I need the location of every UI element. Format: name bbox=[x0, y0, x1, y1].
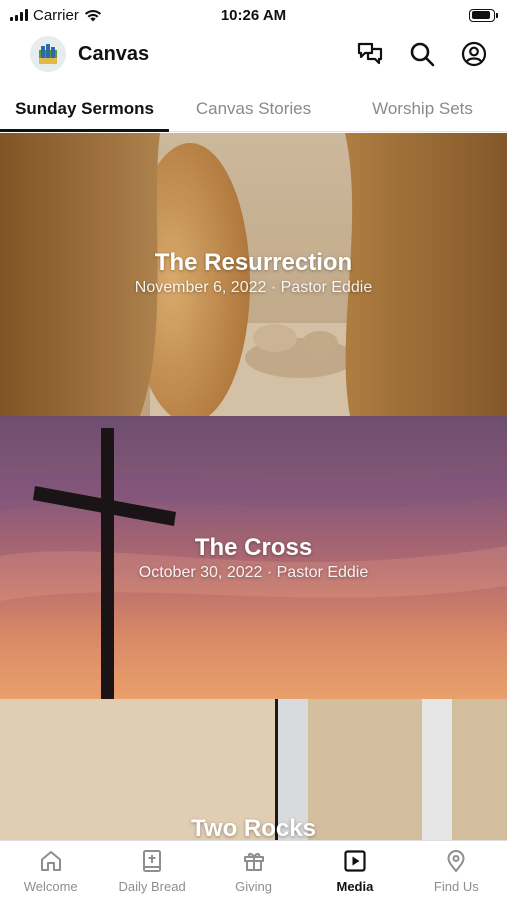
sermon-title: Two Rocks bbox=[191, 815, 316, 841]
status-left: Carrier bbox=[10, 7, 102, 24]
nav-welcome[interactable]: Welcome bbox=[0, 841, 101, 900]
carrier-label: Carrier bbox=[33, 6, 79, 24]
chat-icon[interactable] bbox=[355, 39, 385, 69]
wifi-icon bbox=[84, 9, 101, 21]
tab-worship-sets[interactable]: Worship Sets bbox=[338, 86, 507, 131]
sermon-card[interactable]: Two Rocks bbox=[0, 699, 507, 841]
battery-icon bbox=[469, 8, 498, 22]
nav-label: Media bbox=[336, 878, 374, 894]
sermon-list: The Resurrection November 6, 2022 · Past… bbox=[0, 133, 507, 841]
profile-icon[interactable] bbox=[459, 39, 489, 69]
app-title: Canvas bbox=[78, 42, 150, 65]
nav-daily-bread[interactable]: Daily Bread bbox=[101, 841, 202, 900]
sermon-subtitle: October 30, 2022 · Pastor Eddie bbox=[138, 564, 369, 581]
gift-icon bbox=[241, 848, 267, 874]
signal-icon bbox=[10, 9, 28, 21]
nav-label: Giving bbox=[235, 878, 272, 894]
play-icon bbox=[342, 848, 368, 874]
bottom-nav: Welcome Daily Bread Giving Media Find Us bbox=[0, 840, 507, 900]
bible-icon bbox=[139, 848, 165, 874]
location-pin-icon bbox=[443, 848, 469, 874]
sermon-card[interactable]: The Resurrection November 6, 2022 · Past… bbox=[0, 133, 507, 416]
nav-media[interactable]: Media bbox=[304, 841, 405, 900]
nav-label: Daily Bread bbox=[118, 878, 186, 894]
nav-label: Welcome bbox=[23, 878, 78, 894]
nav-find-us[interactable]: Find Us bbox=[406, 841, 507, 900]
sermon-text: The Resurrection November 6, 2022 · Past… bbox=[0, 249, 507, 297]
sermon-subtitle: November 6, 2022 · Pastor Eddie bbox=[134, 279, 373, 296]
header-actions bbox=[355, 39, 489, 69]
tab-bar: Sunday Sermons Canvas Stories Worship Se… bbox=[0, 86, 507, 132]
nav-label: Find Us bbox=[433, 878, 479, 894]
app-logo bbox=[30, 36, 66, 72]
app-header: Canvas bbox=[0, 30, 507, 78]
home-icon bbox=[38, 848, 64, 874]
sermon-title: The Resurrection bbox=[154, 249, 353, 276]
nav-giving[interactable]: Giving bbox=[203, 841, 304, 900]
sermon-text: The Cross October 30, 2022 · Pastor Eddi… bbox=[0, 534, 507, 582]
tab-canvas-stories[interactable]: Canvas Stories bbox=[169, 86, 338, 131]
tab-sunday-sermons[interactable]: Sunday Sermons bbox=[0, 86, 169, 132]
status-bar: Carrier 10:26 AM bbox=[0, 0, 507, 30]
search-icon[interactable] bbox=[407, 39, 437, 69]
battery-fill bbox=[471, 11, 491, 19]
sermon-card[interactable]: The Cross October 30, 2022 · Pastor Eddi… bbox=[0, 416, 507, 699]
logo-icon bbox=[30, 36, 66, 72]
sermon-title: The Cross bbox=[194, 534, 313, 561]
sermon-text: Two Rocks bbox=[0, 815, 507, 841]
